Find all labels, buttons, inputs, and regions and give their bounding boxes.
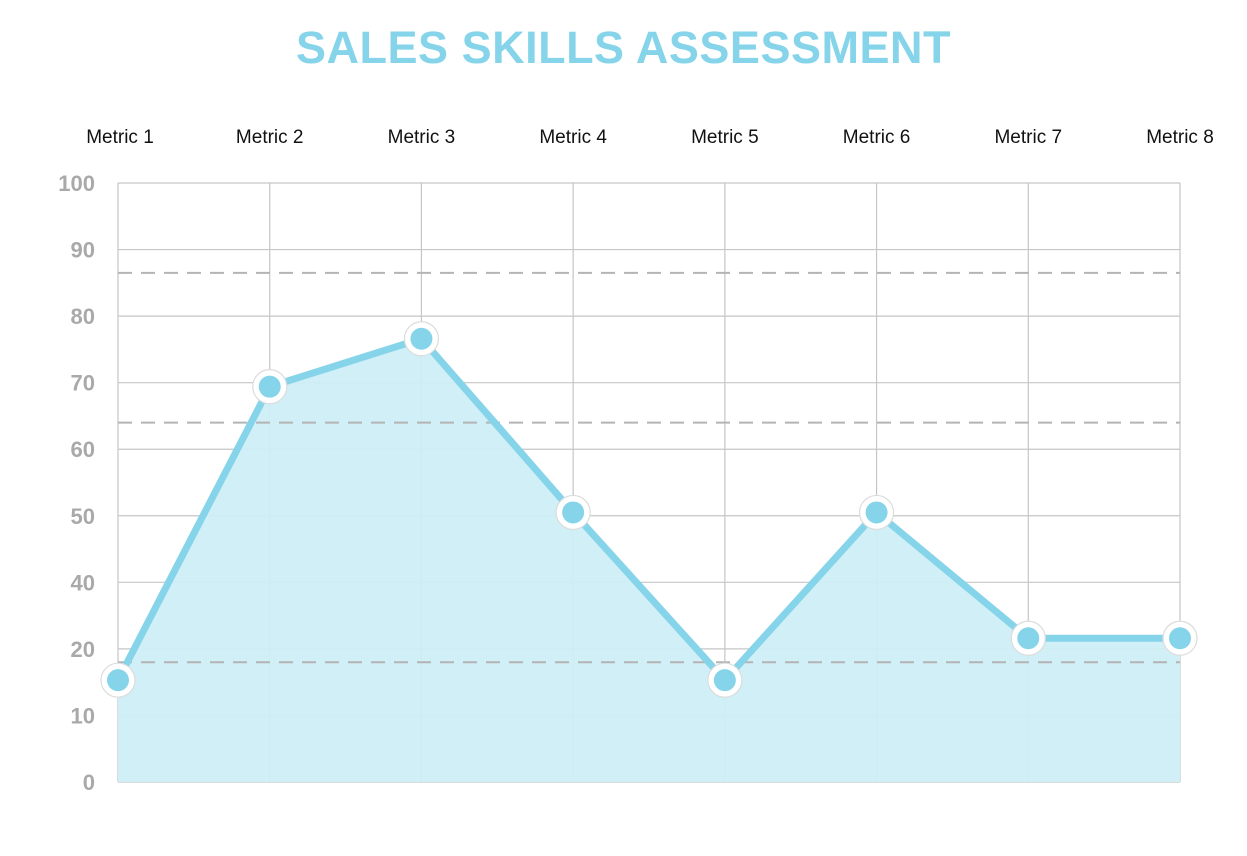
area-fill: [118, 338, 1180, 782]
y-tick-label: 20: [71, 637, 95, 662]
y-tick-label: 0: [83, 770, 95, 795]
y-tick-label: 100: [58, 171, 95, 196]
data-point: [1162, 620, 1198, 656]
data-point: [403, 321, 440, 357]
data-point-dot: [107, 669, 129, 692]
category-label: Metric 3: [388, 127, 456, 148]
data-point: [707, 662, 743, 698]
data-point: [555, 494, 591, 531]
data-point-dot: [258, 375, 281, 398]
category-label: Metric 7: [994, 127, 1062, 148]
data-point: [1010, 620, 1046, 656]
data-point-dot: [713, 669, 736, 692]
line-area-chart: 01020405060708090100 Metric 1 Metric 2 Met…: [58, 127, 1214, 795]
category-label: Metric 8: [1146, 127, 1214, 148]
category-label: Metric 2: [236, 127, 304, 148]
category-label: Metric 6: [843, 127, 911, 148]
data-point: [858, 494, 895, 531]
data-point-dot: [865, 501, 888, 524]
y-axis-tick-labels: 0 10 20 40 50 60 70 80 90 100: [58, 171, 95, 795]
data-point-dot: [562, 501, 585, 524]
y-tick-label: 10: [71, 703, 95, 728]
y-tick-label: 70: [71, 371, 95, 396]
category-label: Metric 1: [86, 127, 154, 148]
data-point-dot: [1169, 627, 1191, 650]
data-point-dot: [1017, 627, 1040, 650]
area-fill-layer: [118, 338, 1180, 782]
y-tick-label: 80: [71, 304, 95, 329]
data-point: [252, 369, 288, 405]
y-tick-label: 90: [71, 238, 95, 263]
data-point: [100, 662, 136, 698]
category-labels: Metric 1 Metric 2 Metric 3 Metric 4 Metric 5…: [86, 127, 1214, 148]
y-tick-label: 60: [71, 437, 95, 462]
y-tick-label: 50: [71, 504, 95, 529]
data-point-dot: [410, 327, 433, 350]
category-label: Metric 4: [539, 127, 607, 148]
y-tick-label: 40: [71, 570, 95, 595]
category-label: Metric 5: [691, 127, 759, 148]
